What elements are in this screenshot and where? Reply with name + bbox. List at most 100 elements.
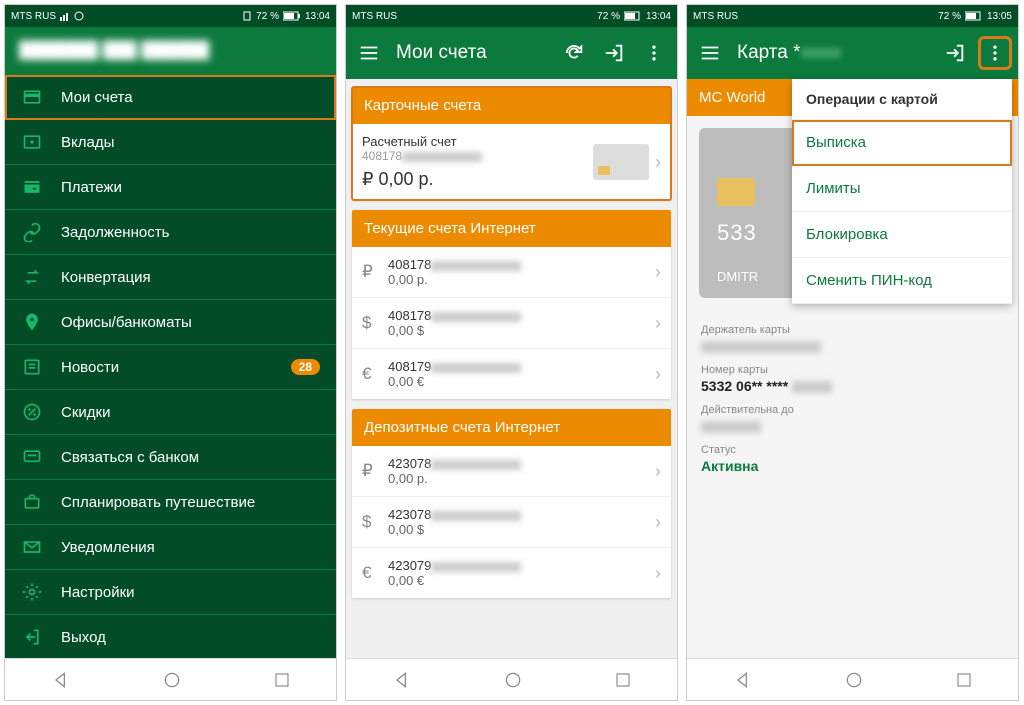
exchange-icon — [21, 267, 43, 287]
holder-value — [701, 338, 1004, 354]
chat-icon — [21, 447, 43, 467]
more-icon[interactable] — [982, 40, 1008, 66]
section-head: Текущие счета Интернет — [352, 210, 671, 247]
menu-exit[interactable]: Выход — [5, 615, 336, 658]
battery-pct: 72 % — [256, 11, 279, 22]
login-icon[interactable] — [942, 40, 968, 66]
menu-debt[interactable]: Задолженность — [5, 210, 336, 255]
exit-icon — [21, 627, 43, 647]
chevron-right-icon: › — [655, 461, 661, 482]
more-icon[interactable] — [641, 40, 667, 66]
menu-item-label: Вклады — [61, 134, 320, 151]
main-account-row[interactable]: Расчетный счет 408178 ₽ 0,00 р. › — [352, 124, 671, 200]
mail-icon — [21, 537, 43, 557]
battery-icon — [283, 11, 301, 21]
nav-back-icon[interactable] — [733, 670, 753, 690]
user-header: ███████ ███ ██████ — [5, 27, 336, 75]
signal-icon — [60, 11, 70, 21]
account-row[interactable]: € 4230790,00 € › — [352, 548, 671, 598]
chevron-right-icon: › — [655, 313, 661, 334]
account-row[interactable]: $ 4081780,00 $ › — [352, 298, 671, 349]
account-number: 408178 — [362, 149, 402, 163]
menu-convert[interactable]: Конвертация — [5, 255, 336, 300]
page-title: Карта * — [737, 42, 928, 64]
status-value: Активна — [701, 458, 1004, 474]
menu-deposits[interactable]: Вклады — [5, 120, 336, 165]
carrier-label: MTS RUS — [11, 11, 56, 22]
chip-icon — [717, 178, 755, 206]
nav-recent-icon[interactable] — [955, 671, 973, 689]
nav-home-icon[interactable] — [162, 670, 182, 690]
hamburger-icon[interactable] — [356, 40, 382, 66]
android-navbar — [687, 658, 1018, 700]
section-head: Карточные счета — [352, 87, 671, 124]
dropdown-block[interactable]: Блокировка — [792, 212, 1012, 258]
account-row[interactable]: ₽ 4081780,00 р. › — [352, 247, 671, 298]
menu-contact[interactable]: Связаться с банком — [5, 435, 336, 480]
dropdown-header: Операции с картой — [792, 79, 1012, 120]
menu-news[interactable]: Новости 28 — [5, 345, 336, 390]
cardnum-label: Номер карты — [701, 364, 1004, 376]
menu-item-label: Связаться с банком — [61, 449, 320, 466]
card-content: MC World 533 DMITR Держатель карты Номер… — [687, 79, 1018, 658]
nav-back-icon[interactable] — [51, 670, 71, 690]
account-row[interactable]: € 4081790,00 € › — [352, 349, 671, 399]
dropdown-statement[interactable]: Выписка — [792, 120, 1012, 166]
nav-back-icon[interactable] — [392, 670, 412, 690]
account-name: Расчетный счет — [362, 134, 593, 149]
card-holder-visual: DMITR — [717, 269, 758, 284]
menu-item-label: Спланировать путешествие — [61, 494, 320, 511]
carrier-label: MTS RUS — [352, 11, 397, 22]
chevron-right-icon: › — [655, 364, 661, 385]
valid-value — [701, 418, 1004, 434]
main-menu: Мои счета Вклады Платежи Задолженность К… — [5, 75, 336, 658]
acc-bal: 0,00 $ — [388, 323, 655, 338]
card-icon — [21, 87, 43, 107]
menu-item-label: Офисы/банкоматы — [61, 314, 320, 331]
news-badge: 28 — [291, 359, 320, 375]
statusbar: MTS RUS 72 % 13:04 — [5, 5, 336, 27]
deposit-accounts-block: Депозитные счета Интернет ₽ 4230780,00 р… — [352, 409, 671, 598]
refresh-icon[interactable] — [561, 40, 587, 66]
holder-label: Держатель карты — [701, 324, 1004, 336]
pin-icon — [21, 312, 43, 332]
battery-icon — [624, 11, 642, 21]
currency-icon: ₽ — [362, 461, 388, 481]
screen-accounts: MTS RUS 72 % 13:04 Мои счета Карточные с… — [345, 4, 678, 701]
menu-settings[interactable]: Настройки — [5, 570, 336, 615]
page-title: Мои счета — [396, 42, 547, 64]
dropdown-changepin[interactable]: Сменить ПИН-код — [792, 258, 1012, 304]
login-icon[interactable] — [601, 40, 627, 66]
menu-notifications[interactable]: Уведомления — [5, 525, 336, 570]
card-details: Держатель карты Номер карты 5332 06** **… — [687, 310, 1018, 478]
percent-icon — [21, 402, 43, 422]
cardnum-value: 5332 06** **** — [701, 378, 1004, 394]
menu-item-label: Уведомления — [61, 539, 320, 556]
menu-item-label: Скидки — [61, 404, 320, 421]
battery-pct: 72 % — [938, 11, 961, 22]
menu-item-label: Выход — [61, 629, 320, 646]
menu-discounts[interactable]: Скидки — [5, 390, 336, 435]
account-row[interactable]: $ 4230780,00 $ › — [352, 497, 671, 548]
menu-accounts[interactable]: Мои счета — [5, 75, 336, 120]
valid-label: Действительна до — [701, 404, 1004, 416]
android-navbar — [5, 658, 336, 700]
menu-payments[interactable]: Платежи — [5, 165, 336, 210]
dropdown-limits[interactable]: Лимиты — [792, 166, 1012, 212]
nav-home-icon[interactable] — [503, 670, 523, 690]
clock: 13:04 — [305, 11, 330, 22]
card-accounts-block: Карточные счета Расчетный счет 408178 ₽ … — [352, 87, 671, 200]
nav-home-icon[interactable] — [844, 670, 864, 690]
battery-pct: 72 % — [597, 11, 620, 22]
wallet-icon — [21, 177, 43, 197]
menu-atms[interactable]: Офисы/банкоматы — [5, 300, 336, 345]
account-row[interactable]: ₽ 4230780,00 р. › — [352, 446, 671, 497]
currency-icon: € — [362, 563, 388, 583]
nav-recent-icon[interactable] — [273, 671, 291, 689]
currency-icon: $ — [362, 313, 388, 333]
menu-travel[interactable]: Спланировать путешествие — [5, 480, 336, 525]
hamburger-icon[interactable] — [697, 40, 723, 66]
menu-item-label: Мои счета — [61, 89, 320, 106]
acc-num: 423078 — [388, 456, 431, 471]
nav-recent-icon[interactable] — [614, 671, 632, 689]
